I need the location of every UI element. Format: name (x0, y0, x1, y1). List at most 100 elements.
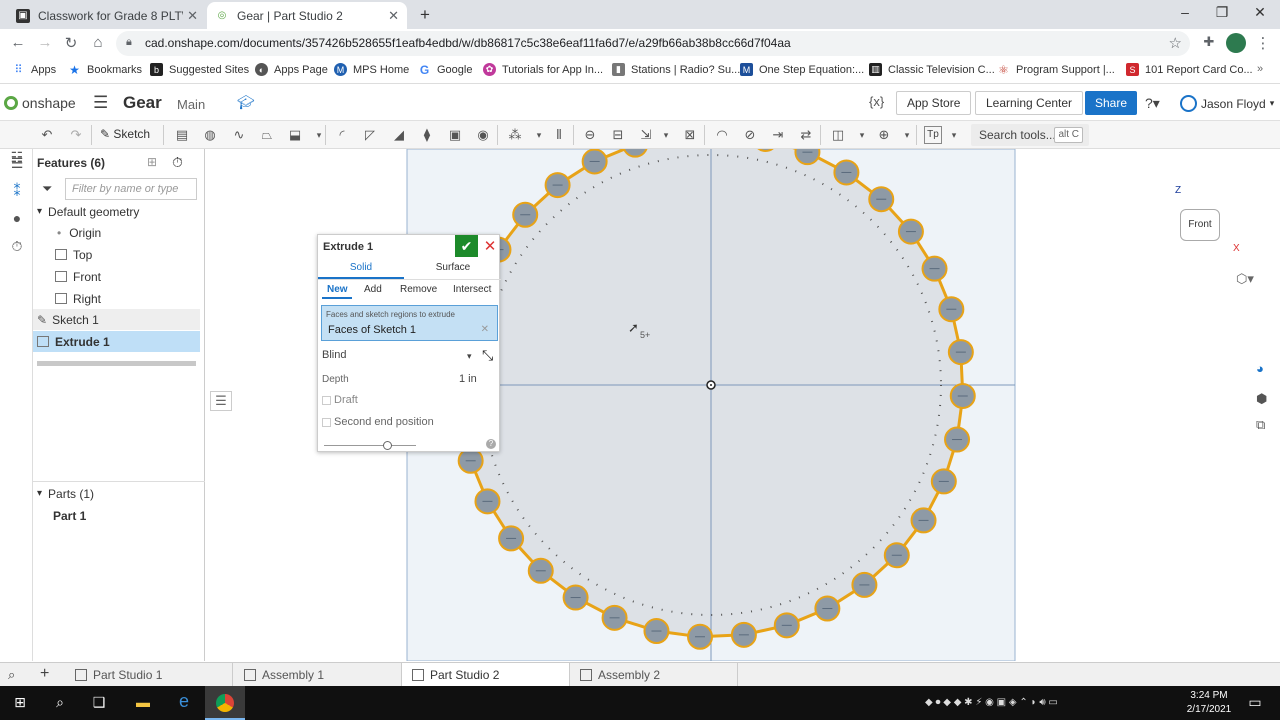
window-close-icon[interactable]: ✕ (1250, 4, 1270, 21)
loft-icon[interactable]: ⏢ (258, 126, 276, 144)
feature-plane-top[interactable]: Top (33, 244, 200, 265)
tab-part-studio-2[interactable]: Part Studio 2 (402, 663, 570, 687)
undo-icon[interactable]: ↶ (38, 126, 56, 144)
appearance-icon[interactable]: ◕ (1256, 361, 1264, 376)
flip-direction-icon[interactable]: ⤡ (482, 347, 493, 364)
cancel-x-icon[interactable]: ✕ (482, 237, 498, 255)
chevron-down-icon[interactable]: ▾ (657, 126, 675, 144)
extensions-icon[interactable]: ✚ (1199, 34, 1219, 50)
edge-icon[interactable]: e (175, 691, 193, 711)
tab-surface[interactable]: Surface (431, 262, 475, 273)
document-name[interactable]: Gear (123, 93, 162, 113)
parts-group[interactable]: ▾ Parts (1) (33, 483, 200, 504)
chrome-taskbar-button[interactable] (205, 686, 245, 720)
rib-icon[interactable]: ⧫ (418, 126, 436, 144)
minimize-icon[interactable]: – (1175, 4, 1195, 20)
hole-icon[interactable]: ◉ (474, 126, 492, 144)
opacity-slider-handle[interactable] (383, 441, 392, 450)
opacity-slider-track[interactable] (324, 445, 416, 446)
bookmarks-overflow-icon[interactable]: » (1257, 63, 1263, 75)
add-folder-icon[interactable]: ⊞ (147, 155, 157, 169)
rollback-timer-icon[interactable]: ⏱ (172, 154, 183, 171)
tray-icons[interactable]: ◆ ⏺ ◆ ◆ ✱ ⚡ ◉ ▣ ◈ ⌃ ◗ 🔊︎ ▭ (925, 697, 1058, 708)
chevron-down-icon[interactable]: ▾ (898, 126, 916, 144)
windows-start-icon[interactable]: ⊞ (11, 694, 29, 712)
replace-face-icon[interactable]: ⇄ (797, 126, 815, 144)
back-icon[interactable]: ← (8, 34, 28, 51)
chamfer-icon[interactable]: ◸ (361, 126, 379, 144)
thicken-icon[interactable]: ⬓ (286, 126, 304, 144)
tab-search-icon[interactable]: ⌕ (8, 667, 15, 683)
filter-input[interactable]: Filter by name or type (65, 178, 197, 200)
browser-menu-icon[interactable]: ⋮ (1253, 34, 1273, 52)
faces-selection-field[interactable]: Faces and sketch regions to extrude Face… (321, 305, 498, 341)
bookmark-program-support[interactable]: ⚛ Program Support |... (997, 63, 1115, 77)
bookmark-mps-home[interactable]: M MPS Home (334, 63, 409, 76)
clear-selection-icon[interactable]: ✕ (481, 324, 489, 335)
home-icon[interactable]: ⌂ (88, 34, 108, 51)
history-icon[interactable]: ⏱ (8, 238, 26, 256)
sweep-icon[interactable]: ∿ (230, 126, 248, 144)
reload-icon[interactable]: ↻ (61, 34, 81, 52)
modify-fillet-icon[interactable]: ◠ (713, 126, 731, 144)
close-tab-icon[interactable]: ✕ (187, 8, 198, 24)
shell-icon[interactable]: ▣ (446, 126, 464, 144)
bookmark-report-card[interactable]: S 101 Report Card Co... (1126, 63, 1253, 76)
file-explorer-icon[interactable]: ▬ (134, 694, 152, 712)
second-end-checkbox[interactable] (322, 418, 331, 427)
fillet-icon[interactable]: ◜ (333, 126, 351, 144)
address-bar[interactable]: 🔒︎ cad.onshape.com/documents/357426b5286… (116, 31, 1190, 56)
user-menu[interactable]: Jason Floyd ▾ (1180, 95, 1274, 112)
boolean-icon[interactable]: ⊖ (581, 126, 599, 144)
help-icon[interactable]: ?▾ (1145, 95, 1160, 112)
feature-extrude-1[interactable]: Extrude 1 (33, 331, 200, 352)
branch-name[interactable]: Main (177, 97, 205, 112)
sketch-button[interactable]: ✎ Sketch (100, 127, 150, 141)
forward-icon[interactable]: → (35, 34, 55, 51)
plane-icon[interactable]: ◫ (829, 126, 847, 144)
bookmark-suggested-sites[interactable]: b Suggested Sites (150, 63, 249, 76)
op-add[interactable]: Add (364, 284, 382, 295)
onshape-logo[interactable]: onshape (4, 95, 76, 111)
close-tab-icon[interactable]: ✕ (388, 8, 399, 24)
feature-list-scrollbar[interactable] (37, 361, 196, 366)
default-geometry-group[interactable]: ▾ Default geometry (33, 201, 200, 222)
extrude-icon[interactable]: ▤ (173, 126, 191, 144)
custom-feature-icon[interactable]: Tp (924, 126, 942, 144)
view-options-icon[interactable]: ⬡▾ (1236, 271, 1254, 287)
filter-icon[interactable]: ⏷ (42, 181, 52, 197)
task-view-icon[interactable]: ❑ (90, 694, 108, 712)
draft-icon[interactable]: ◢ (390, 126, 408, 144)
browser-tab-classwork[interactable]: ▣ Classwork for Grade 8 PLTW/Con ✕ (8, 2, 206, 29)
depth-input[interactable]: 1 in (459, 373, 477, 385)
tab-part-studio-1[interactable]: Part Studio 1 (65, 663, 233, 687)
bookmark-bookmarks[interactable]: ★ Bookmarks (68, 63, 142, 77)
search-icon[interactable]: ⌕ (51, 694, 69, 712)
feature-tree-icon[interactable]: ☰ (8, 155, 26, 173)
bookmark-apps[interactable]: ⠿ Apps (12, 63, 56, 77)
search-tools-input[interactable]: Search tools... alt C (971, 124, 1089, 146)
split-icon[interactable]: ⊟ (609, 126, 627, 144)
mirror-icon[interactable]: ⫴ (550, 126, 568, 144)
bookmark-classic-tv[interactable]: ▥ Classic Television C... (869, 63, 995, 76)
end-type-select[interactable]: Blind (322, 349, 346, 361)
op-intersect[interactable]: Intersect (453, 284, 491, 295)
pattern-icon[interactable]: ⁂ (506, 126, 524, 144)
list-toggle-icon[interactable]: ☰ (210, 391, 232, 411)
view-cube-front[interactable]: Front (1180, 209, 1220, 241)
mate-connector-icon[interactable]: ⊕ (875, 126, 893, 144)
restore-icon[interactable]: ❐ (1212, 4, 1232, 21)
chevron-down-icon[interactable]: ▾ (467, 351, 472, 362)
transform-icon[interactable]: ⇲ (637, 126, 655, 144)
share-button[interactable]: Share (1085, 91, 1137, 115)
delete-face-icon[interactable]: ⊘ (741, 126, 759, 144)
profile-avatar[interactable] (1226, 33, 1246, 53)
chevron-down-icon[interactable]: ▾ (945, 126, 963, 144)
move-face-icon[interactable]: ⇥ (769, 126, 787, 144)
help-icon[interactable]: ? (486, 439, 496, 449)
accept-checkmark-icon[interactable]: ✔ (455, 235, 478, 257)
bookmark-apps-page[interactable]: ◐ Apps Page (255, 63, 328, 76)
app-store-button[interactable]: App Store (896, 91, 972, 115)
bookmark-star-icon[interactable]: ☆ (1169, 34, 1182, 52)
bookmark-tutorials[interactable]: ✿ Tutorials for App In... (483, 63, 603, 76)
